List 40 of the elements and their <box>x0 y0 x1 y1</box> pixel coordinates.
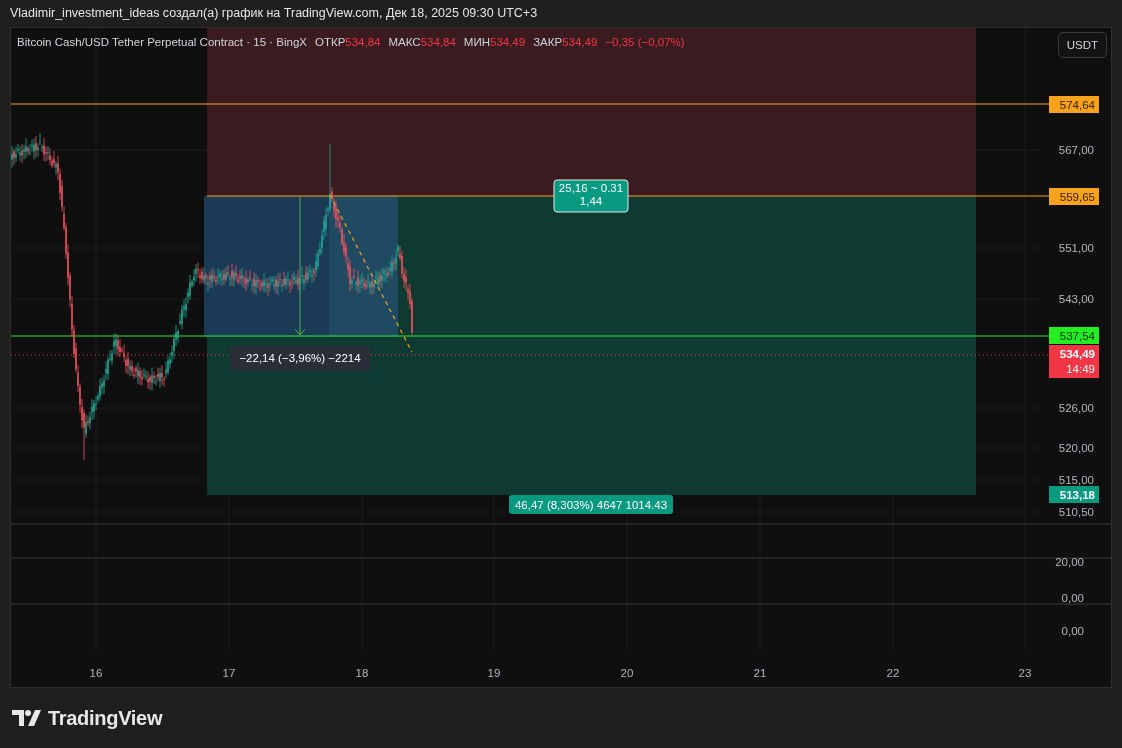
time-tick: 21 <box>753 667 767 679</box>
indicator-tick: 20,00 <box>1055 556 1084 568</box>
ohlc-label: ЗАКР <box>533 36 563 48</box>
time-tick: 23 <box>1018 667 1032 679</box>
time-tick: 20 <box>620 667 634 679</box>
ratio-label: 25,16 ~ 0.31 1,44 <box>553 179 629 213</box>
price-tag: 534,49 14:49 <box>1049 345 1099 378</box>
currency-button[interactable]: USDT <box>1057 32 1107 58</box>
price-tag: 559,65 <box>1049 188 1099 205</box>
time-tick: 17 <box>222 667 236 679</box>
price-tick: 551,00 <box>1058 242 1094 254</box>
price-tag: 574,64 <box>1049 96 1099 113</box>
time-tick: 16 <box>89 667 103 679</box>
price-tag: 513,18 <box>1049 486 1099 503</box>
symbol-title: Bitcoin Cash/USD Tether Perpetual Contract · 15 · BingX <box>17 36 307 48</box>
time-tick: 19 <box>487 667 501 679</box>
price-tick: 567,00 <box>1058 144 1094 156</box>
time-tick: 18 <box>355 667 369 679</box>
price-tag: 537,54 <box>1049 327 1099 344</box>
ohlc-value: 534,84 <box>420 36 456 48</box>
distance-label: 46,47 (8,303%) 4647 1014.43 <box>509 495 673 514</box>
ohlc-value: 534,84 <box>345 36 381 48</box>
range-label: −22,14 (−3,96%) −2214 <box>230 346 370 371</box>
time-tick: 22 <box>886 667 900 679</box>
ohlc-value: 534,49 <box>490 36 526 48</box>
ohlc-label: ОТКР <box>315 36 346 48</box>
logo-icon <box>12 710 42 726</box>
price-tick: 510,50 <box>1058 506 1094 518</box>
ohlc-label: МИН <box>463 36 490 48</box>
ohlc-label: МАКС <box>388 36 421 48</box>
indicator-tick: 0,00 <box>1061 592 1084 604</box>
price-tick: 515,00 <box>1058 474 1094 486</box>
price-change: −0,35 (−0,07%) <box>605 36 685 48</box>
logo-text: TradingView <box>48 706 163 731</box>
chart-author-caption: Vladimir_investment_ideas создал(а) график на TradingView.com, Дек 18, 2025 09:30 UTC+3 <box>10 6 538 20</box>
price-tick: 526,00 <box>1058 402 1094 414</box>
price-tick: 520,00 <box>1058 442 1094 454</box>
ohlc-value: 534,49 <box>562 36 598 48</box>
indicator-tick: 0,00 <box>1061 625 1084 637</box>
price-tick: 543,00 <box>1058 293 1094 305</box>
